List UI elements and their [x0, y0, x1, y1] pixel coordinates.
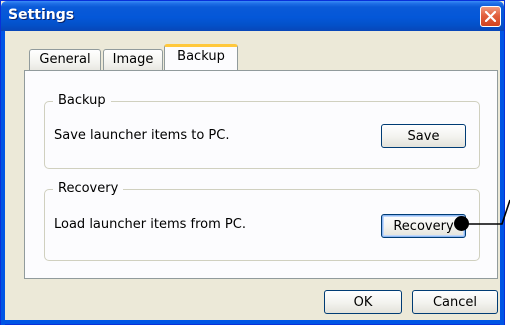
window-frame-left: [1, 31, 5, 325]
recovery-description: Load launcher items from PC.: [54, 217, 246, 232]
window-frame-right: [500, 31, 504, 325]
backup-group: Backup Save launcher items to PC. Save: [44, 93, 480, 169]
settings-dialog: Settings General Image Backup Backup Sav…: [0, 0, 505, 325]
title-bar[interactable]: Settings: [1, 1, 504, 31]
window-title: Settings: [8, 7, 75, 23]
tab-backup-label: Backup: [177, 49, 225, 64]
callout-leader-line: [462, 199, 510, 225]
recovery-button[interactable]: Recovery: [381, 214, 466, 238]
backup-tab-panel: Backup Save launcher items to PC. Save R…: [24, 70, 498, 279]
tab-backup[interactable]: Backup: [164, 44, 238, 70]
tab-general-label: General: [39, 52, 91, 67]
save-button[interactable]: Save: [381, 124, 466, 148]
recovery-group-title: Recovery: [53, 181, 124, 197]
backup-description: Save launcher items to PC.: [54, 128, 230, 143]
cancel-button[interactable]: Cancel: [412, 290, 498, 314]
tab-image-label: Image: [112, 52, 154, 67]
ok-button[interactable]: OK: [324, 290, 402, 314]
window-frame-bottom: [1, 320, 504, 324]
tab-image[interactable]: Image: [103, 49, 163, 71]
close-button[interactable]: [480, 6, 501, 27]
close-icon: [485, 11, 496, 22]
backup-group-title: Backup: [53, 93, 111, 109]
recovery-group: Recovery Load launcher items from PC. Re…: [44, 181, 480, 261]
tab-general[interactable]: General: [29, 49, 101, 71]
